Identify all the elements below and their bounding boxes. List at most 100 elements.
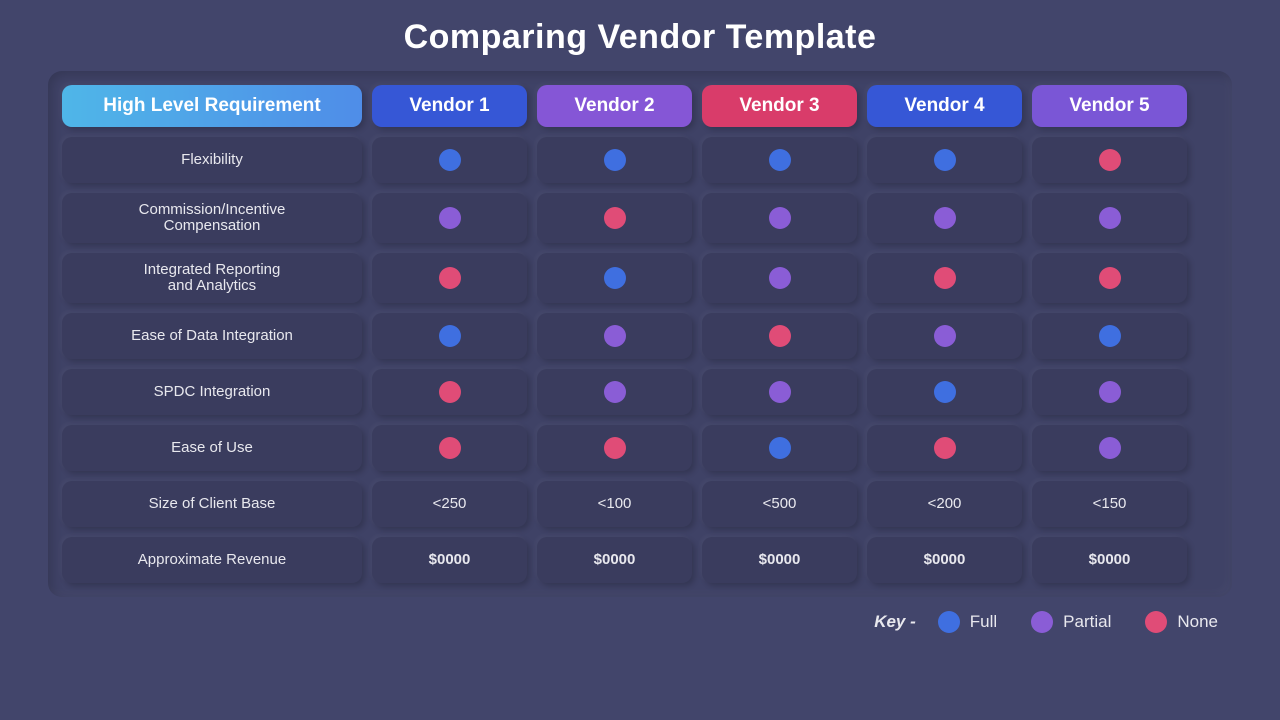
legend: Key - Full Partial None (0, 611, 1218, 633)
cell-vendor-2 (537, 253, 692, 303)
full-dot-icon (769, 437, 791, 459)
row-label: Size of Client Base (62, 481, 362, 527)
partial-dot-icon (1099, 207, 1121, 229)
cell-vendor-1 (372, 425, 527, 471)
partial-dot-icon (769, 381, 791, 403)
none-dot-icon (439, 267, 461, 289)
cell-vendor-3 (702, 313, 857, 359)
partial-dot-icon (1099, 437, 1121, 459)
cell-vendor-5 (1032, 193, 1187, 243)
cell-vendor-5 (1032, 253, 1187, 303)
none-dot-icon (1099, 149, 1121, 171)
table-row: Ease of Data Integration (62, 313, 1218, 359)
none-dot-icon (934, 267, 956, 289)
comparison-panel: High Level RequirementVendor 1Vendor 2Ve… (48, 71, 1232, 597)
legend-label: None (1177, 612, 1218, 632)
full-dot-icon (769, 149, 791, 171)
cell-vendor-3 (702, 425, 857, 471)
cell-vendor-3: <500 (702, 481, 857, 527)
cell-vendor-4 (867, 313, 1022, 359)
row-label: Ease of Data Integration (62, 313, 362, 359)
cell-vendor-4 (867, 369, 1022, 415)
partial-dot-icon (604, 325, 626, 347)
full-dot-icon (604, 149, 626, 171)
header-vendor-4: Vendor 4 (867, 85, 1022, 127)
legend-item-full: Full (938, 611, 997, 633)
table-row: Commission/Incentive Compensation (62, 193, 1218, 243)
none-dot-icon (769, 325, 791, 347)
cell-vendor-2 (537, 369, 692, 415)
full-dot-icon (1099, 325, 1121, 347)
header-vendor-5: Vendor 5 (1032, 85, 1187, 127)
table-row: Flexibility (62, 137, 1218, 183)
cell-vendor-4: $0000 (867, 537, 1022, 583)
cell-vendor-3 (702, 369, 857, 415)
header-vendor-3: Vendor 3 (702, 85, 857, 127)
partial-dot-icon (934, 207, 956, 229)
cell-vendor-2: <100 (537, 481, 692, 527)
none-dot-icon (439, 381, 461, 403)
cell-vendor-2 (537, 137, 692, 183)
cell-vendor-4 (867, 137, 1022, 183)
table-row: Ease of Use (62, 425, 1218, 471)
none-dot-icon (1099, 267, 1121, 289)
none-dot-icon (1145, 611, 1167, 633)
cell-vendor-5 (1032, 369, 1187, 415)
table-header-row: High Level RequirementVendor 1Vendor 2Ve… (62, 85, 1218, 127)
legend-item-partial: Partial (1031, 611, 1111, 633)
header-vendor-1: Vendor 1 (372, 85, 527, 127)
cell-vendor-1 (372, 253, 527, 303)
full-dot-icon (439, 325, 461, 347)
cell-vendor-3 (702, 193, 857, 243)
cell-vendor-1: $0000 (372, 537, 527, 583)
cell-vendor-2 (537, 193, 692, 243)
cell-vendor-4: <200 (867, 481, 1022, 527)
legend-label: Partial (1063, 612, 1111, 632)
page-title: Comparing Vendor Template (0, 0, 1280, 71)
cell-vendor-1: <250 (372, 481, 527, 527)
row-label: SPDC Integration (62, 369, 362, 415)
cell-vendor-5 (1032, 313, 1187, 359)
legend-label: Full (970, 612, 997, 632)
cell-vendor-5: <150 (1032, 481, 1187, 527)
cell-vendor-3 (702, 253, 857, 303)
cell-vendor-2 (537, 313, 692, 359)
partial-dot-icon (769, 207, 791, 229)
none-dot-icon (439, 437, 461, 459)
cell-vendor-5 (1032, 137, 1187, 183)
cell-vendor-1 (372, 369, 527, 415)
full-dot-icon (604, 267, 626, 289)
partial-dot-icon (934, 325, 956, 347)
cell-vendor-1 (372, 137, 527, 183)
comparison-table: High Level RequirementVendor 1Vendor 2Ve… (62, 85, 1218, 583)
legend-item-none: None (1145, 611, 1218, 633)
cell-vendor-2: $0000 (537, 537, 692, 583)
cell-vendor-4 (867, 253, 1022, 303)
none-dot-icon (934, 437, 956, 459)
cell-vendor-4 (867, 425, 1022, 471)
partial-dot-icon (1099, 381, 1121, 403)
table-row: Integrated Reporting and Analytics (62, 253, 1218, 303)
partial-dot-icon (1031, 611, 1053, 633)
cell-vendor-3: $0000 (702, 537, 857, 583)
table-row: Size of Client Base<250<100<500<200<150 (62, 481, 1218, 527)
cell-vendor-3 (702, 137, 857, 183)
partial-dot-icon (439, 207, 461, 229)
cell-vendor-4 (867, 193, 1022, 243)
cell-vendor-1 (372, 313, 527, 359)
cell-vendor-2 (537, 425, 692, 471)
partial-dot-icon (769, 267, 791, 289)
header-vendor-2: Vendor 2 (537, 85, 692, 127)
full-dot-icon (934, 149, 956, 171)
full-dot-icon (439, 149, 461, 171)
full-dot-icon (934, 381, 956, 403)
table-row: Approximate Revenue$0000$0000$0000$0000$… (62, 537, 1218, 583)
full-dot-icon (938, 611, 960, 633)
legend-prefix: Key - (874, 612, 916, 632)
table-row: SPDC Integration (62, 369, 1218, 415)
row-label: Flexibility (62, 137, 362, 183)
cell-vendor-5 (1032, 425, 1187, 471)
header-requirement: High Level Requirement (62, 85, 362, 127)
row-label: Approximate Revenue (62, 537, 362, 583)
cell-vendor-5: $0000 (1032, 537, 1187, 583)
